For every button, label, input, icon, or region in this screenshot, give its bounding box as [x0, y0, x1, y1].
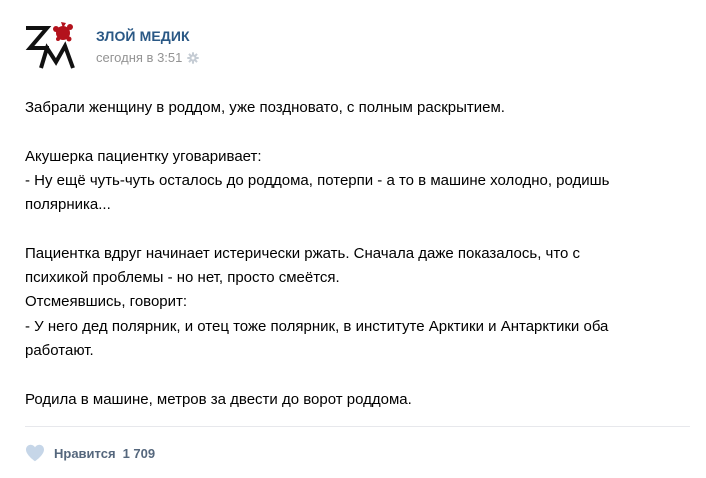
- post-footer-divider: [25, 426, 690, 427]
- post-text-line: Родила в машине, метров за двести до вор…: [25, 390, 412, 408]
- post-date: сегодня в 3:51: [96, 50, 200, 65]
- post-text-line: полярника...: [25, 196, 111, 214]
- post-text-line: - Ну ещё чуть-чуть осталось до роддома, …: [25, 171, 610, 189]
- group-avatar-icon[interactable]: [25, 18, 79, 72]
- like-button[interactable]: Нравится 1 709: [25, 443, 155, 463]
- post-text-line: Пациентка вдруг начинает истерически ржа…: [25, 244, 581, 262]
- post-text: Забрали женщину в роддом, уже поздновато…: [25, 96, 690, 412]
- post-date-link[interactable]: сегодня в 3:51: [96, 50, 182, 65]
- post-text-line: - У него дед полярник, и отец тоже поляр…: [25, 317, 609, 335]
- author-name-link[interactable]: ЗЛОЙ МЕДИК: [96, 28, 190, 44]
- post-header: ЗЛОЙ МЕДИК сегодня в 3:51: [25, 18, 685, 74]
- post-text-line: работают.: [25, 341, 94, 359]
- heart-icon: [26, 444, 44, 462]
- like-label: Нравится: [54, 445, 116, 461]
- post-text-line: Отсмеявшись, говорит:: [25, 293, 188, 311]
- post-text-line: Забрали женщину в роддом, уже поздновато…: [25, 99, 505, 116]
- gear-icon[interactable]: [187, 51, 200, 64]
- post-text-line: психикой проблемы - но нет, просто смеёт…: [25, 269, 340, 287]
- wall-post: ЗЛОЙ МЕДИК сегодня в 3:51 Забрали женщин…: [0, 0, 706, 478]
- like-count: 1 709: [122, 445, 156, 461]
- post-text-line: Акушерка пациентку уговаривает:: [25, 147, 262, 165]
